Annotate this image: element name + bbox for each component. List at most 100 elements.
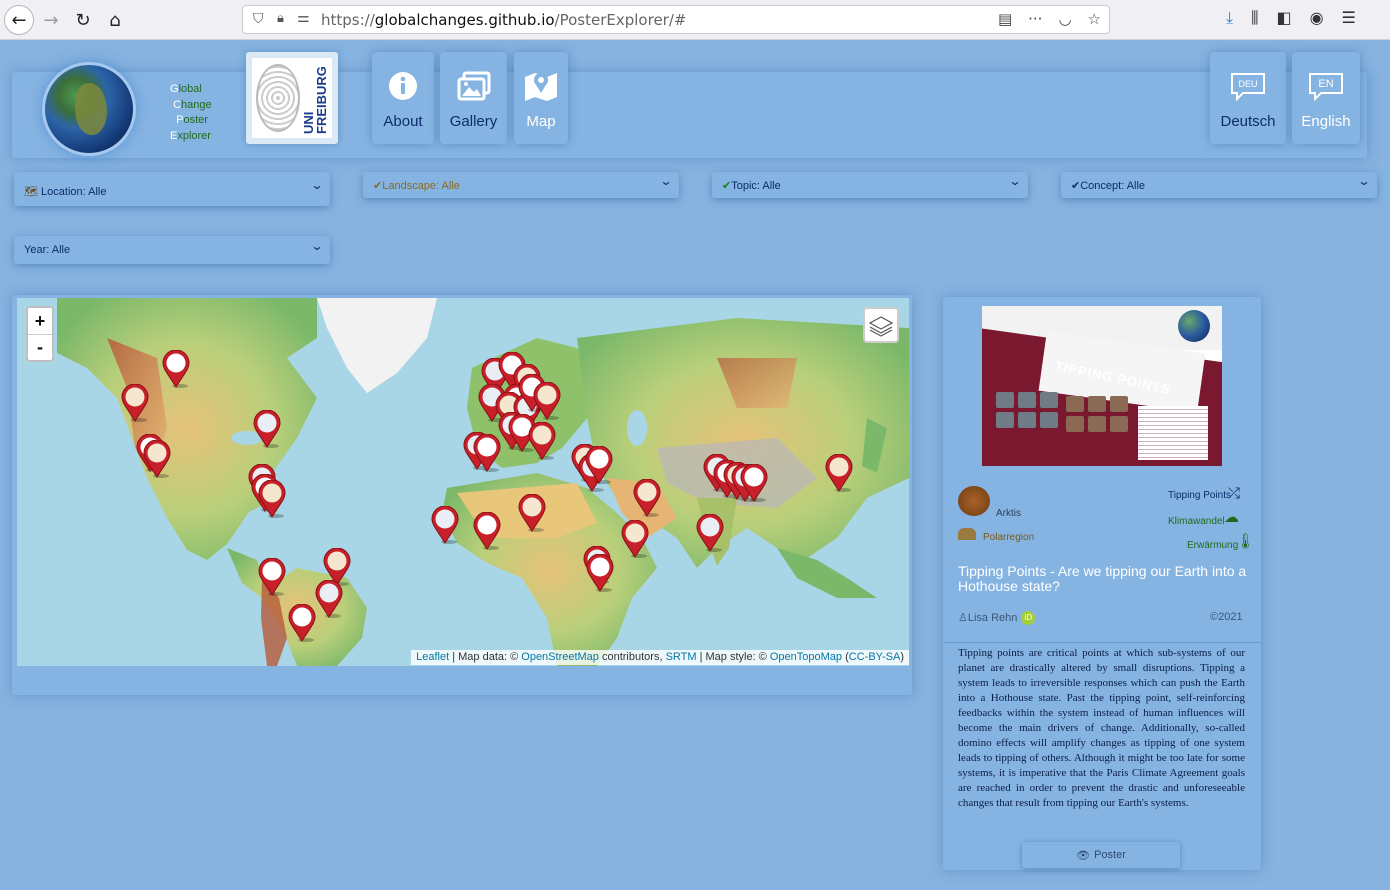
account-icon[interactable]: ◉ [1310,8,1324,28]
map-marker[interactable] [253,409,281,448]
topic-tag[interactable]: Tipping Points [1168,490,1231,501]
eye-icon: 👁︎ [1076,849,1091,862]
menu-icon[interactable]: ☰ [1342,8,1356,28]
sidebar-icon[interactable]: ◧ [1276,8,1291,28]
map-marker[interactable] [825,453,853,492]
speech-bubble-icon: EN [1309,73,1343,101]
zoom-in-button[interactable]: + [28,308,52,334]
check-icon: ✔ [1071,180,1081,192]
chevron-down-icon: ⌄ [1008,174,1022,188]
ccbysa-link[interactable]: CC-BY-SA [849,651,901,663]
globe-logo[interactable] [42,62,136,156]
landscape-filter[interactable]: ✔Landscape: Alle ⌄ [363,172,679,198]
poster-year: ©2021 [1210,611,1243,623]
about-button[interactable]: About [372,52,434,144]
opentopomap-link[interactable]: OpenTopoMap [770,651,842,663]
map-marker[interactable] [473,511,501,550]
map-marker[interactable] [121,383,149,422]
world-map[interactable] [17,298,909,666]
reader-view-icon[interactable]: ▤ [998,10,1012,28]
map-marker-icon [525,73,557,101]
location-filter[interactable]: 🗺︎ Location: Alle ⌄ [14,172,330,206]
osm-link[interactable]: OpenStreetMap [521,651,599,663]
map-marker[interactable] [431,505,459,544]
map-marker[interactable] [621,519,649,558]
back-button[interactable]: ← [4,5,34,35]
orcid-icon[interactable]: iD [1021,611,1036,626]
leaflet-link[interactable]: Leaflet [416,651,449,663]
concept-tag-klimawandel[interactable]: Klimawandel [1168,516,1225,527]
bookmark-star-icon[interactable]: ☆ [1088,10,1101,28]
concept-filter[interactable]: ✔Concept: Alle ⌄ [1061,172,1377,198]
svg-text:DEU: DEU [1238,79,1257,89]
speech-bubble-icon: DEU [1231,73,1265,101]
map-attribution: Leaflet | Map data: © OpenStreetMap cont… [411,650,909,665]
english-button[interactable]: EN English [1292,52,1360,144]
user-icon: ♙ [958,612,968,624]
map-marker[interactable] [315,579,343,618]
map-tiles [17,298,909,666]
map-marker[interactable] [162,349,190,388]
poster-description: Tipping points are critical points at wh… [958,647,1245,809]
url-bar[interactable]: ⛉ 🔒︎ ⚌ https://globalchanges.github.io/P… [242,5,1110,34]
poster-title: Tipping Points - Are we tipping our Eart… [958,563,1247,594]
map-marker[interactable] [518,493,546,532]
home-button[interactable]: ⌂ [100,5,130,35]
download-icon[interactable]: ⤓ [1226,8,1233,28]
reload-button[interactable]: ↻ [68,5,98,35]
cloud-sun-icon: ☁︎ [1224,508,1239,526]
srtm-link[interactable]: SRTM [666,651,697,663]
browser-toolbar: ← → ↻ ⌂ ⛉ 🔒︎ ⚌ https://globalchanges.git… [0,0,1390,40]
chevron-down-icon: ⌄ [1357,174,1371,188]
map-marker[interactable] [143,439,171,478]
images-icon [457,71,490,101]
more-actions-icon[interactable]: ··· [1028,10,1042,28]
year-filter[interactable]: Year: Alle ⌄ [14,236,330,264]
map-marker[interactable] [258,557,286,596]
uni-freiburg-logo[interactable]: UNI FREIBURG [246,52,338,144]
topic-filter[interactable]: ✔Topic: Alle ⌄ [712,172,1028,198]
info-icon [389,72,417,100]
chevron-down-icon: ⌄ [659,174,673,188]
library-icon[interactable]: ⫼ [1251,8,1258,28]
url-text[interactable]: https://globalchanges.github.io/PosterEx… [321,11,686,29]
shuffle-icon: ⤮ [1228,484,1241,502]
layers-control[interactable] [863,307,899,343]
shield-icon[interactable]: ⛉ [253,11,264,27]
gallery-button[interactable]: Gallery [440,52,507,144]
view-poster-button[interactable]: 👁︎ Poster [1022,842,1180,868]
pocket-icon[interactable]: ◡ [1058,10,1071,28]
forward-button[interactable]: → [36,5,66,35]
map-marker[interactable] [533,381,561,420]
permissions-icon[interactable]: ⚌ [297,10,310,26]
arctic-icon [958,486,990,516]
map-marker[interactable] [288,603,316,642]
chevron-down-icon: ⌄ [310,239,324,253]
concept-tag-erwaermung[interactable]: Erwärmung [1187,540,1238,551]
thermometer-icon: 🌡︎ [1236,532,1256,550]
poster-thumbnail[interactable]: TIPPING POINTS [982,306,1222,466]
layers-icon [868,316,894,337]
map-marker[interactable] [473,433,501,472]
map-marker[interactable] [633,478,661,517]
location-tag[interactable]: Arktis [996,508,1021,519]
map-marker[interactable] [258,479,286,518]
check-icon: ✔ [373,180,383,192]
map-button[interactable]: Map [514,52,568,144]
map-marker[interactable] [696,513,724,552]
svg-text:EN: EN [1318,78,1333,90]
chevron-down-icon: ⌄ [310,178,324,192]
zoom-control: + - [26,306,54,362]
igloo-icon [958,528,976,540]
poster-author: ♙Lisa Rehn iD [958,611,1036,626]
map-marker[interactable] [528,421,556,460]
brand-title: Global Change Poster Explorer [170,83,212,142]
map-marker[interactable] [586,553,614,592]
map-marker[interactable] [740,463,768,502]
landscape-tag[interactable]: Polarregion [983,532,1034,543]
lock-icon[interactable]: 🔒︎ [277,11,284,26]
map-marker[interactable] [585,445,613,484]
zoom-out-button[interactable]: - [28,334,52,360]
deutsch-button[interactable]: DEU Deutsch [1210,52,1286,144]
check-icon: ✔ [722,180,732,192]
